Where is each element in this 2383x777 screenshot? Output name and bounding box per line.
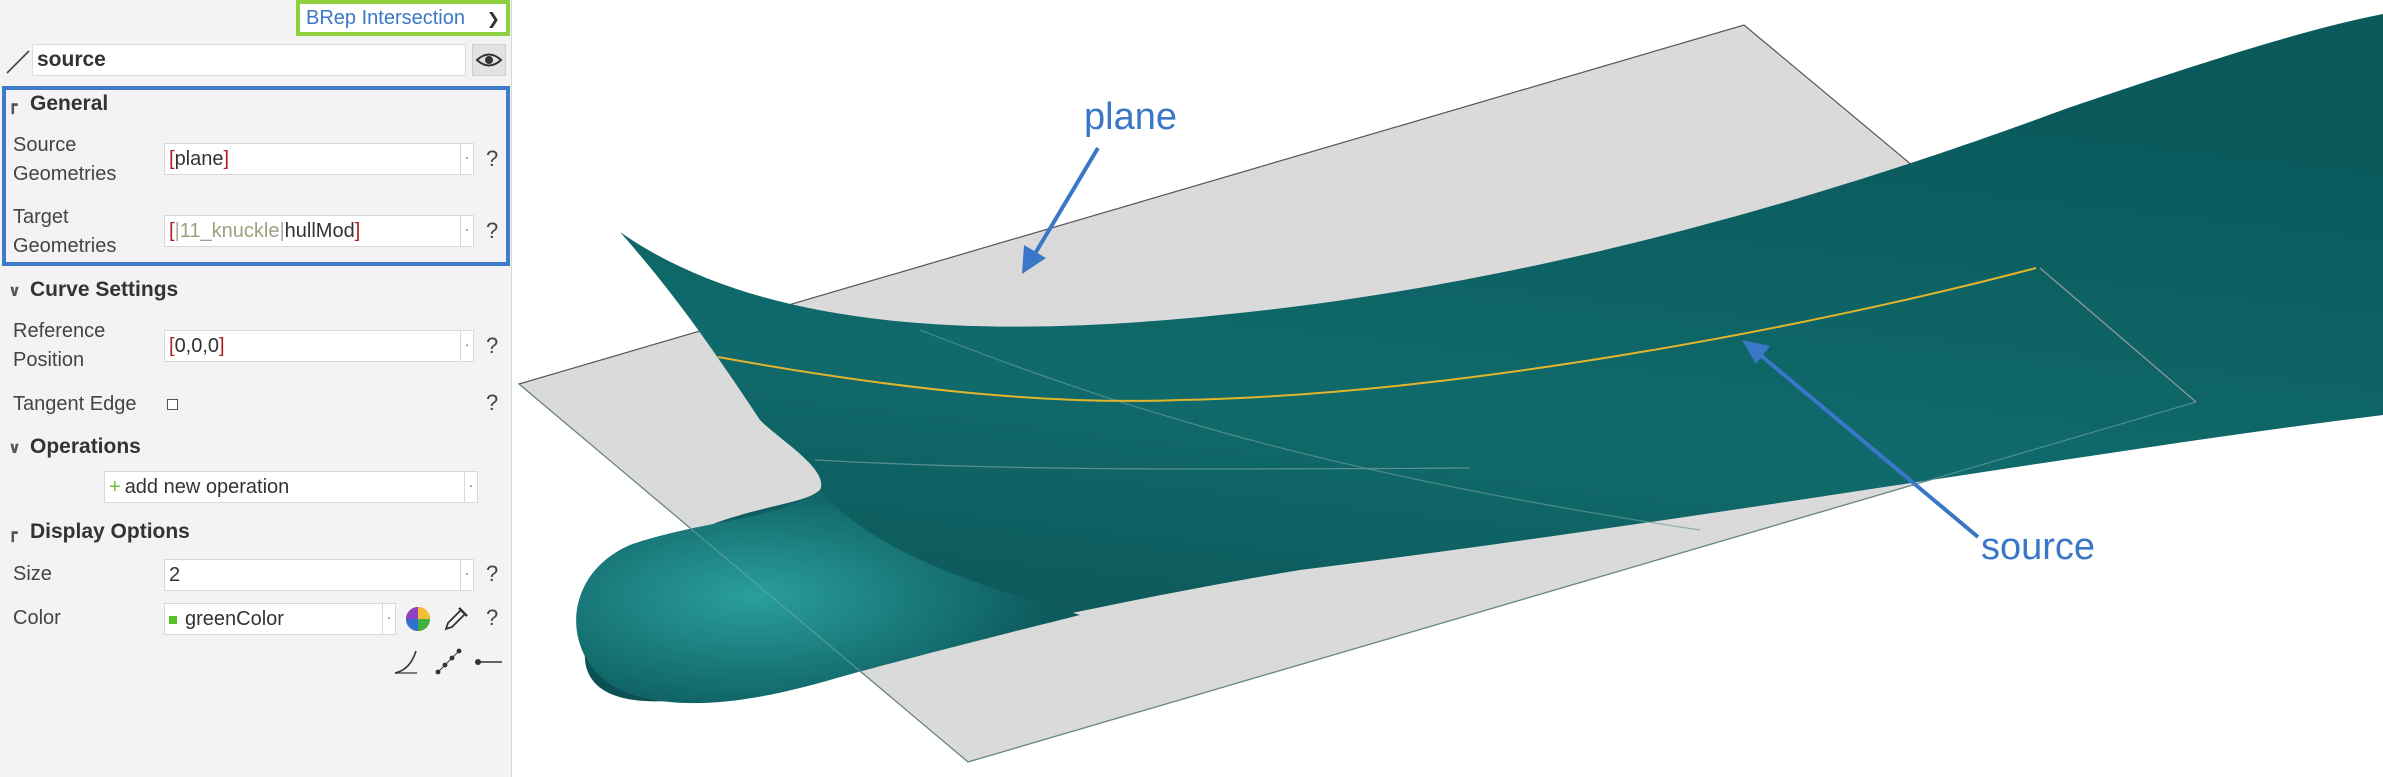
size-label: Size — [13, 563, 52, 585]
section-curve-settings-header[interactable]: ∨ Curve Settings — [8, 278, 178, 302]
section-title: Display Options — [30, 520, 190, 543]
color-label: Color — [13, 607, 61, 629]
chevron-down-icon: ❯ — [486, 11, 500, 28]
section-general-header[interactable]: ┏ General — [8, 92, 108, 116]
pipette-icon[interactable] — [442, 605, 470, 633]
dotted-line-icon[interactable] — [434, 648, 462, 676]
plus-icon: + — [109, 476, 121, 498]
tangent-edge-label: Tangent Edge — [13, 393, 137, 415]
line-icon — [6, 50, 30, 74]
scene-canvas — [517, 14, 2383, 763]
collapse-toggle-icon: ┏ — [8, 97, 18, 114]
eye-icon — [475, 53, 503, 67]
chevron-down-icon: ∨ — [8, 283, 21, 300]
tool-type-label: BRep Intersection — [306, 7, 465, 29]
chevron-down-icon: ∨ — [8, 440, 21, 457]
target-geometries-label: Target Geometries — [13, 206, 117, 257]
collapse-toggle-icon: ┏ — [8, 525, 18, 542]
help-icon[interactable]: ? — [486, 146, 498, 172]
color-swatch — [169, 615, 177, 624]
size-field[interactable]: 2 — [164, 559, 462, 591]
object-name-row: source — [0, 38, 512, 84]
source-annotation: source — [1981, 526, 2096, 568]
target-geometries-menu-button[interactable]: · — [460, 215, 474, 247]
help-icon[interactable]: ? — [486, 561, 498, 587]
help-icon[interactable]: ? — [486, 218, 498, 244]
line-endpoint-icon[interactable] — [474, 648, 504, 676]
add-operation-button[interactable]: + add new operation — [104, 471, 466, 503]
reference-position-label: Reference Position — [13, 320, 106, 371]
3d-viewport[interactable]: plane source — [512, 0, 2383, 777]
tangent-edge-checkbox[interactable] — [167, 399, 178, 410]
curve-style-icon[interactable] — [392, 648, 420, 676]
section-operations-header[interactable]: ∨ Operations — [8, 435, 141, 459]
color-menu-button[interactable]: · — [382, 603, 396, 635]
add-operation-menu-button[interactable]: · — [464, 471, 478, 503]
source-geometries-field[interactable]: [plane] — [164, 143, 462, 175]
visibility-toggle-button[interactable] — [472, 44, 506, 76]
size-menu-button[interactable]: · — [460, 559, 474, 591]
section-title: Curve Settings — [30, 278, 179, 301]
source-geometries-menu-button[interactable]: · — [460, 143, 474, 175]
object-name-input[interactable]: source — [32, 44, 466, 76]
reference-position-field[interactable]: [0,0,0] — [164, 330, 462, 362]
color-field[interactable]: greenColor — [164, 603, 384, 635]
plane-annotation: plane — [1084, 96, 1177, 138]
help-icon[interactable]: ? — [486, 605, 498, 631]
tool-type-dropdown[interactable]: BRep Intersection ❯ — [296, 0, 510, 36]
reference-position-menu-button[interactable]: · — [460, 330, 474, 362]
help-icon[interactable]: ? — [486, 333, 498, 359]
properties-panel: BRep Intersection ❯ source ┏ General Sour… — [0, 0, 512, 777]
color-wheel-icon[interactable] — [404, 605, 432, 633]
section-display-options-header[interactable]: ┏ Display Options — [8, 520, 190, 544]
section-title: Operations — [30, 435, 141, 458]
target-geometries-field[interactable]: [|11_knuckle|hullMod] — [164, 215, 462, 247]
section-title: General — [30, 92, 109, 115]
help-icon[interactable]: ? — [486, 390, 498, 416]
source-geometries-label: Source Geometries — [13, 134, 117, 185]
